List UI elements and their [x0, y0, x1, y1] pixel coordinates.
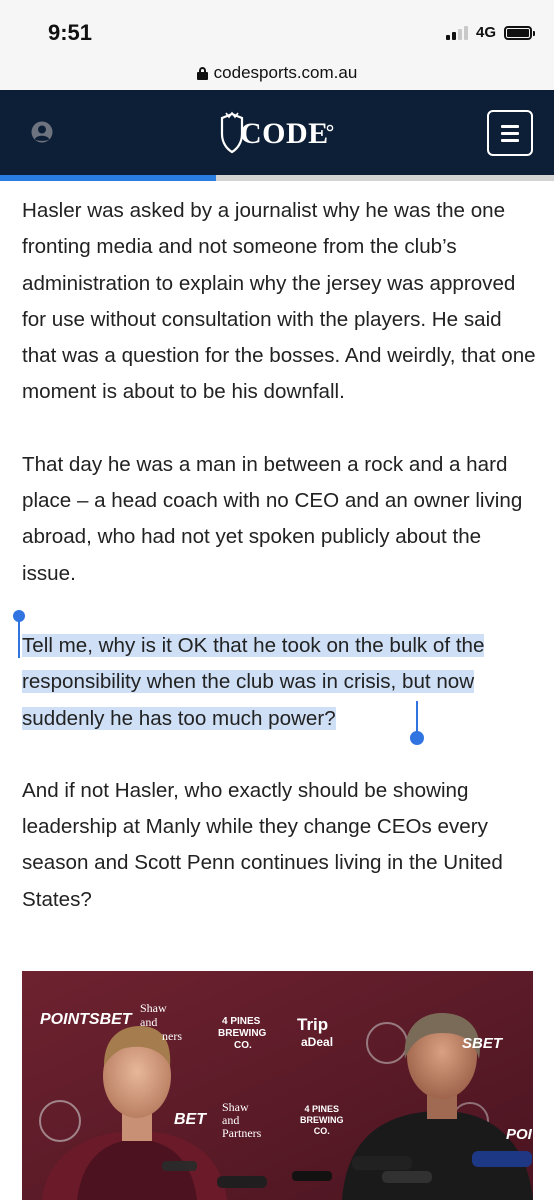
reading-progress-bar — [0, 175, 554, 181]
press-conference-image — [22, 971, 533, 1200]
sponsor-pointsbet: POINTSBET — [40, 1011, 132, 1028]
sponsor-4pines-1: 4 PINES — [222, 1016, 261, 1027]
sponsor-trip: Trip — [297, 1015, 329, 1034]
article-paragraph: And if not Hasler, who exactly should be… — [22, 778, 503, 911]
reading-progress-fill — [0, 175, 217, 181]
sponsor-sbet: SBET — [462, 1035, 503, 1052]
logo-text: CODE — [240, 117, 329, 150]
url-text: codesports.com.au — [213, 63, 358, 82]
status-right: 4G — [445, 24, 535, 41]
lock-icon — [196, 66, 208, 80]
selection-end-handle[interactable] — [410, 700, 424, 745]
sponsor-poi: POI — [506, 1126, 532, 1143]
article-photo[interactable]: POINTSBET Shaw and ners 4 PINES BREWING … — [22, 971, 533, 1200]
article-paragraph: Hasler was asked by a journalist why he … — [22, 199, 536, 404]
status-bar: 9:51 4G — [0, 0, 554, 56]
network-type: 4G — [475, 24, 496, 41]
sponsor-4pines-lower: 4 PINES BREWING CO. — [300, 1104, 344, 1136]
battery-icon — [504, 25, 535, 40]
article-body: Hasler was asked by a journalist why he … — [13, 193, 536, 954]
menu-icon[interactable] — [487, 110, 533, 156]
signal-icon — [445, 25, 468, 40]
sponsor-4pines-3: CO. — [234, 1040, 252, 1051]
sponsor-4pines-2: BREWING — [218, 1028, 267, 1039]
user-icon[interactable] — [31, 121, 53, 143]
site-logo[interactable]: CODE — [218, 110, 342, 156]
selection-start-handle[interactable] — [13, 609, 25, 658]
sponsor-and: and — [140, 1015, 158, 1029]
url-bar[interactable]: codesports.com.au — [0, 56, 554, 90]
selected-paragraph[interactable]: Tell me, why is it OK that he took on th… — [13, 609, 536, 745]
site-header: CODE — [0, 90, 554, 175]
status-time: 9:51 — [48, 20, 93, 45]
sponsor-shaw-partners: Shaw and Partners — [222, 1100, 262, 1140]
sponsor-shaw: Shaw — [140, 1001, 167, 1015]
sponsor-partners-fragment: ners — [162, 1029, 182, 1043]
sponsor-a-deal: aDeal — [301, 1035, 334, 1049]
sponsor-bet: BET — [174, 1111, 206, 1128]
article-paragraph: That day he was a man in between a rock … — [22, 452, 523, 585]
